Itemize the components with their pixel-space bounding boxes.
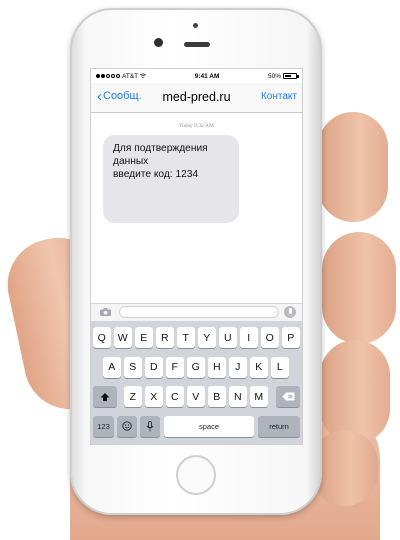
hand-finger [318, 112, 388, 222]
key-q[interactable]: Q [93, 327, 111, 348]
message-line: Для подтверждения [113, 143, 208, 154]
microphone-icon[interactable] [284, 306, 296, 318]
key-z[interactable]: Z [124, 386, 142, 407]
message-input[interactable] [119, 306, 279, 318]
key-o[interactable]: O [261, 327, 279, 348]
camera-icon[interactable] [100, 308, 111, 316]
space-key[interactable]: space [164, 415, 254, 437]
home-button[interactable] [176, 455, 216, 495]
phone-screen: AT&T 9:41 AM 50% ‹ Сообщ. med-pred.ru Ко… [90, 68, 303, 445]
contact-button[interactable]: Контакт [261, 91, 297, 102]
key-w[interactable]: W [114, 327, 132, 348]
key-u[interactable]: U [219, 327, 237, 348]
emoji-icon [122, 421, 132, 431]
signal-strength-icon [96, 74, 120, 78]
key-d[interactable]: D [145, 356, 163, 378]
keyboard-row-4: 123 space return [91, 415, 302, 437]
key-g[interactable]: G [187, 356, 205, 378]
hand-finger [322, 232, 396, 344]
emoji-key[interactable] [117, 415, 137, 437]
key-a[interactable]: A [103, 356, 121, 378]
key-r[interactable]: R [156, 327, 174, 348]
delete-icon [282, 392, 294, 401]
message-line: введите код: 1234 [113, 169, 199, 181]
key-f[interactable]: F [166, 356, 184, 378]
key-x[interactable]: X [145, 386, 163, 407]
status-bar: AT&T 9:41 AM 50% [91, 69, 302, 83]
status-time: 9:41 AM [194, 72, 220, 80]
shift-icon [100, 392, 110, 401]
shift-key[interactable] [93, 386, 117, 407]
key-k[interactable]: K [250, 356, 268, 378]
message-line: данных [113, 156, 149, 168]
status-right: 50% [267, 72, 299, 80]
key-c[interactable]: C [166, 386, 184, 407]
message-input-bar [91, 303, 302, 321]
battery-icon [283, 73, 299, 79]
key-s[interactable]: S [124, 356, 142, 378]
dictation-key[interactable] [140, 415, 160, 437]
key-y[interactable]: Y [198, 327, 216, 348]
hand-finger [320, 340, 390, 444]
battery-percent: 50% [267, 72, 281, 80]
carrier-name: AT&T [122, 72, 139, 80]
keyboard-row-3: Z X C V B N M [91, 386, 302, 407]
key-p[interactable]: P [282, 327, 300, 348]
key-t[interactable]: T [177, 327, 195, 348]
keyboard-row-1: Q W E R T Y U I O P [91, 327, 302, 348]
return-key[interactable]: return [258, 415, 300, 437]
key-i[interactable]: I [240, 327, 258, 348]
key-v[interactable]: V [187, 386, 205, 407]
status-left: AT&T [96, 72, 147, 80]
front-camera [154, 38, 163, 47]
delete-key[interactable] [276, 386, 300, 407]
key-n[interactable]: N [229, 386, 247, 407]
incoming-message-bubble[interactable]: Для подтверждения данных введите код: 12… [103, 135, 239, 223]
wifi-icon [140, 73, 147, 79]
numbers-key[interactable]: 123 [93, 415, 114, 437]
key-h[interactable]: H [208, 356, 226, 378]
key-l[interactable]: L [271, 356, 289, 378]
key-m[interactable]: M [250, 386, 268, 407]
earpiece-speaker [184, 42, 210, 47]
keyboard: Q W E R T Y U I O P A S D F G H J K L Z … [91, 321, 302, 444]
key-b[interactable]: B [208, 386, 226, 407]
iphone-device: AT&T 9:41 AM 50% ‹ Сообщ. med-pred.ru Ко… [70, 8, 322, 515]
dictation-icon [146, 420, 154, 431]
key-j[interactable]: J [229, 356, 247, 378]
message-timestamp: Today 8:32 AM [179, 123, 214, 129]
key-e[interactable]: E [135, 327, 153, 348]
nav-bar: ‹ Сообщ. med-pred.ru Контакт [91, 83, 302, 113]
proximity-sensor [193, 23, 198, 28]
keyboard-row-2: A S D F G H J K L [91, 356, 302, 378]
